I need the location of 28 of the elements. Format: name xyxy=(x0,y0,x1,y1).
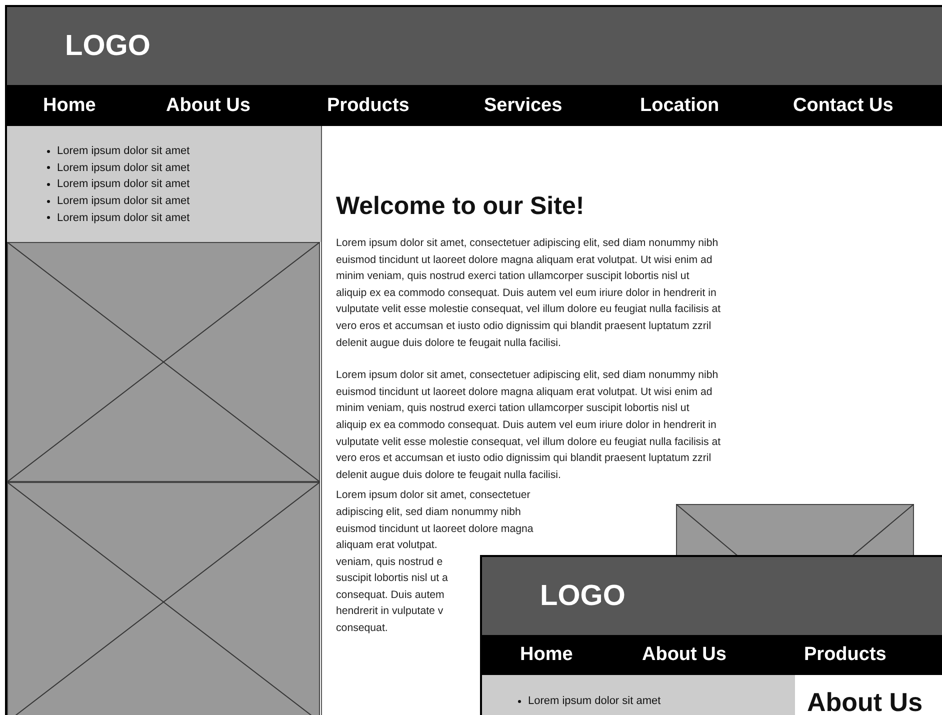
bullet-icon xyxy=(47,182,50,186)
page-heading: Welcome to our Site! xyxy=(336,192,586,221)
bullet-icon xyxy=(47,166,50,170)
logo[interactable]: LOGO xyxy=(65,30,150,62)
sidebar-item[interactable]: Lorem ipsum dolor sit amet xyxy=(57,162,190,174)
nav-link[interactable]: Products xyxy=(327,94,484,116)
nav-link[interactable]: About Us xyxy=(166,94,327,116)
nav-link[interactable]: Services xyxy=(484,94,640,116)
sidebar-item[interactable]: Lorem ipsum dolor sit amet xyxy=(57,212,190,224)
sidebar-item[interactable]: Lorem ipsum dolor sit amet xyxy=(528,695,661,708)
nav-link[interactable]: Products xyxy=(804,644,942,666)
nav-link[interactable]: Location xyxy=(640,94,793,116)
body-paragraph: Lorem ipsum dolor sit amet, consectetuer adipiscing elit, sed diam nonummy nibh euismod tincidunt ut laoreet dolore magna aliquam erat volutpat. Ut wisi enim ad minim veniam, quis nostrud exerci tation ullamcorper suscipit lobortis nisl ut aliquip ex ea commodo consequat. Duis autem vel eum iriure dolor in hendrerit in vulputate velit esse molestie consequat, vel illum dolore eu feugiat nulla facilisis at vero eros et accumsan et iusto odio dignissim qui blandit praesent luptatum zzril delenit augue duis dolore te feugait nulla facilisi. xyxy=(336,236,721,351)
nav-link[interactable]: About Us xyxy=(642,644,804,666)
nav-link[interactable]: Home xyxy=(520,644,642,666)
sidebar-item[interactable]: Lorem ipsum dolor sit amet xyxy=(57,145,190,158)
nav-link[interactable]: Home xyxy=(43,94,166,116)
body-paragraph: Lorem ipsum dolor sit amet, consectetuer adipiscing elit, sed diam nonummy nibh euismod tincidunt ut laoreet dolore magna aliquam erat volutpat. Ut wisi enim ad minim veniam, quis nostrud exerci tation ullamcorper suscipit lobortis nisl ut aliquip ex ea commodo consequat. Duis autem vel eum iriure dolor in hendrerit in vulputate velit esse molestie consequat, vel illum dolore eu feugiat nulla facilisis at vero eros et accumsan et iusto odio dignissim qui blandit praesent luptatum zzril delenit augue duis dolore te feugait nulla facilisi. xyxy=(336,368,721,483)
logo[interactable]: LOGO xyxy=(540,580,626,612)
sidebar-item[interactable]: Lorem ipsum dolor sit amet xyxy=(57,195,190,208)
page-heading: About Us xyxy=(806,686,923,715)
bullet-icon xyxy=(518,700,521,703)
bullet-icon xyxy=(47,150,50,153)
bullet-icon xyxy=(47,216,50,220)
body-paragraph: Lorem ipsum dolor sit amet, consectetuer adipiscing elit, sed diam nonummy nibh euismod tincidunt ut laoreet dolore magna aliquam erat volutpat. veniam, quis nostrud e suscipit lobortis nisl ut a consequat. Duis autem hendrerit in vulputate v consequat. xyxy=(336,488,534,636)
sidebar-item[interactable]: Lorem ipsum dolor sit amet xyxy=(57,178,190,190)
nav-link[interactable]: Contact Us xyxy=(793,94,923,116)
bullet-icon xyxy=(47,200,50,203)
